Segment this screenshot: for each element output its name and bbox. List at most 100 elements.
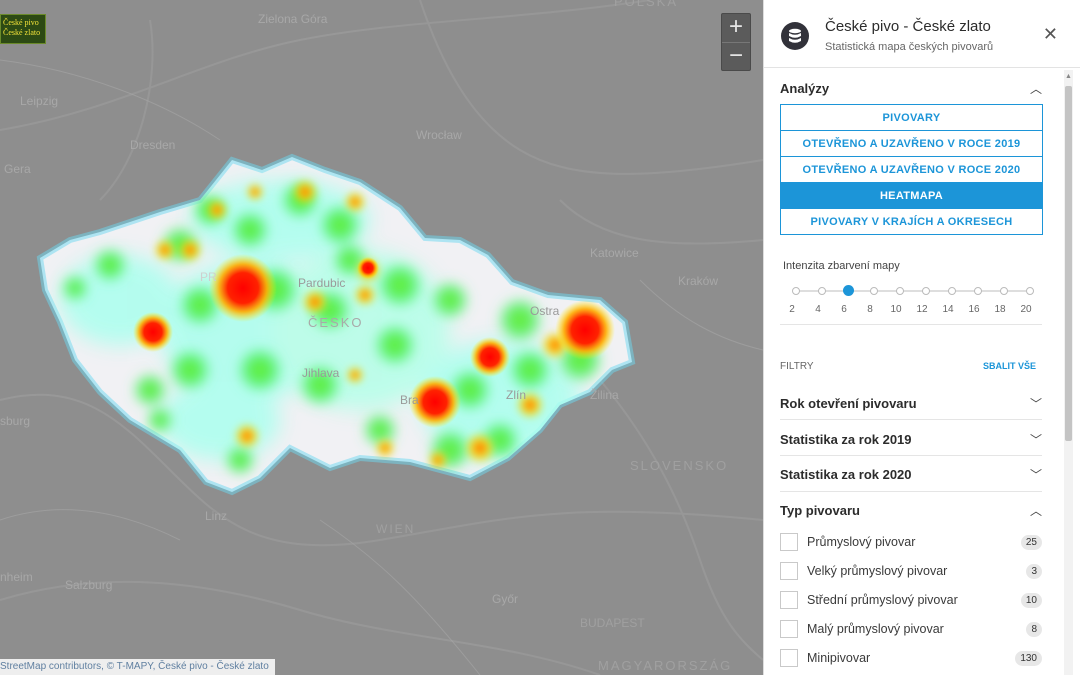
close-icon[interactable]: ✕	[1043, 25, 1058, 43]
label-gyor: Győr	[492, 592, 519, 606]
scrollbar-thumb[interactable]	[1065, 86, 1072, 441]
zoom-control: + −	[721, 13, 751, 71]
filter-section-stats-2020[interactable]: Statistika za rok 2020 ﹀	[780, 467, 1042, 482]
checkbox-label: Malý průmyslový pivovar	[807, 622, 944, 636]
checkbox[interactable]	[780, 649, 798, 667]
filter-section-opening-year[interactable]: Rok otevření pivovaru ﹀	[780, 396, 1042, 411]
chevron-up-icon: ︿	[1029, 504, 1042, 518]
app-logo[interactable]: České pivo České zlato	[0, 14, 46, 44]
slider-tick-label: 8	[867, 304, 873, 315]
count-badge: 10	[1020, 593, 1042, 608]
slider-step[interactable]	[896, 287, 904, 295]
analysis-heatmap-button[interactable]: HEATMAPA	[780, 182, 1043, 209]
type-checkbox-row[interactable]: Střední průmyslový pivovar 10	[780, 591, 1042, 611]
label-dresden: Dresden	[130, 138, 176, 152]
app-title: České pivo - České zlato	[825, 18, 991, 35]
label-pardubice: Pardubic	[298, 276, 346, 290]
filter-section-title: Rok otevření pivovaru	[780, 396, 917, 411]
slider-tick-label: 12	[916, 304, 928, 315]
slider-step[interactable]	[922, 287, 930, 295]
checkbox-label: Střední průmyslový pivovar	[807, 593, 958, 607]
intensity-slider[interactable]	[792, 284, 1034, 298]
chevron-up-icon: ︿	[1029, 82, 1042, 96]
checkbox[interactable]	[780, 591, 798, 609]
logo-line-2: České zlato	[3, 28, 41, 37]
count-badge: 25	[1020, 535, 1042, 550]
label-krakow: Kraków	[678, 274, 719, 288]
chevron-down-icon: ﹀	[1029, 397, 1042, 411]
filters-label: FILTRY	[780, 361, 814, 372]
slider-step[interactable]	[974, 287, 982, 295]
checkbox-label: Velký průmyslový pivovar	[807, 564, 948, 578]
type-checkbox-row[interactable]: Velký průmyslový pivovar 3	[780, 562, 1042, 582]
map-view[interactable]: POLSKA Zielona Góra Leipzig Wrocław Dres…	[0, 0, 763, 675]
type-checkbox-row[interactable]: Průmyslový pivovar 25	[780, 533, 1042, 553]
count-badge: 8	[1026, 622, 1042, 637]
slider-step[interactable]	[1000, 287, 1008, 295]
count-badge: 130	[1015, 651, 1042, 666]
analysis-2020-button[interactable]: OTEVŘENO A UZAVŘENO V ROCE 2020	[780, 156, 1043, 183]
slider-ticks: 2 4 6 8 10 12 14 16 18 20	[786, 304, 1036, 318]
slider-tick-label: 20	[1020, 304, 1032, 315]
scroll-up-icon[interactable]: ▲	[1065, 73, 1072, 80]
slider-track	[794, 290, 1026, 292]
slider-tick-label: 6	[841, 304, 847, 315]
panel-scrollbar[interactable]: ▲	[1064, 70, 1073, 675]
side-panel: České pivo - České zlato Statistická map…	[763, 0, 1080, 675]
label-brno: Bra	[400, 393, 419, 407]
type-checkbox-row[interactable]: Minipivovar 130	[780, 649, 1042, 669]
app-subtitle: Statistická mapa českých pivovarů	[825, 41, 994, 53]
slider-tick-label: 18	[994, 304, 1006, 315]
filter-section-title: Typ pivovaru	[780, 503, 860, 518]
filter-section-title: Statistika za rok 2020	[780, 467, 912, 482]
analyses-heading: Analýzy	[780, 81, 830, 96]
map-attribution[interactable]: StreetMap contributors, © T-MAPY, České …	[0, 659, 275, 675]
label-rosenheim: nheim	[0, 570, 33, 584]
label-budapest: BUDAPEST	[580, 616, 645, 630]
slider-tick-label: 4	[815, 304, 821, 315]
slider-tick-label: 16	[968, 304, 980, 315]
analyses-header[interactable]: Analýzy ︿	[780, 81, 1042, 96]
label-zlin: Zlín	[506, 388, 527, 402]
label-salzburg: Salzburg	[65, 578, 113, 592]
divider	[780, 491, 1042, 492]
slider-tick-label: 14	[942, 304, 954, 315]
zoom-out-button[interactable]: −	[722, 43, 750, 71]
analysis-regions-button[interactable]: PIVOVARY V KRAJÍCH A OKRESECH	[780, 208, 1043, 235]
divider	[780, 419, 1042, 420]
divider	[780, 324, 1042, 325]
database-icon	[781, 22, 809, 50]
checkbox[interactable]	[780, 562, 798, 580]
slider-tick-label: 10	[890, 304, 902, 315]
slider-step[interactable]	[792, 287, 800, 295]
label-slovensko: SLOVENSKO	[630, 458, 729, 473]
filter-section-title: Statistika za rok 2019	[780, 432, 912, 447]
label-gera: Gera	[4, 162, 31, 176]
analysis-2019-button[interactable]: OTEVŘENO A UZAVŘENO V ROCE 2019	[780, 130, 1043, 157]
analysis-list: PIVOVARY OTEVŘENO A UZAVŘENO V ROCE 2019…	[780, 104, 1043, 235]
slider-step[interactable]	[948, 287, 956, 295]
analysis-pivovary-button[interactable]: PIVOVARY	[780, 104, 1043, 131]
slider-step[interactable]	[870, 287, 878, 295]
label-regensburg: sburg	[0, 414, 31, 428]
zoom-in-button[interactable]: +	[722, 14, 750, 42]
filter-section-stats-2019[interactable]: Statistika za rok 2019 ﹀	[780, 432, 1042, 447]
type-checkbox-row[interactable]: Malý průmyslový pivovar 8	[780, 620, 1042, 640]
slider-step[interactable]	[1026, 287, 1034, 295]
count-badge: 3	[1026, 564, 1042, 579]
intensity-label: Intenzita zbarvení mapy	[783, 260, 900, 272]
label-wroclaw: Wrocław	[416, 128, 462, 142]
slider-step[interactable]	[818, 287, 826, 295]
checkbox[interactable]	[780, 533, 798, 551]
panel-header: České pivo - České zlato Statistická map…	[764, 0, 1080, 68]
label-wien: WIEN	[376, 522, 416, 536]
checkbox[interactable]	[780, 620, 798, 638]
filter-section-brewery-type[interactable]: Typ pivovaru ︿	[780, 503, 1042, 518]
collapse-all-button[interactable]: SBALIT VŠE	[983, 361, 1036, 371]
label-ostrava: Ostra	[530, 304, 560, 318]
slider-tick-label: 2	[789, 304, 795, 315]
chevron-down-icon: ﹀	[1029, 468, 1042, 482]
label-leipzig: Leipzig	[20, 94, 59, 108]
slider-handle[interactable]	[842, 285, 854, 296]
divider	[780, 455, 1042, 456]
